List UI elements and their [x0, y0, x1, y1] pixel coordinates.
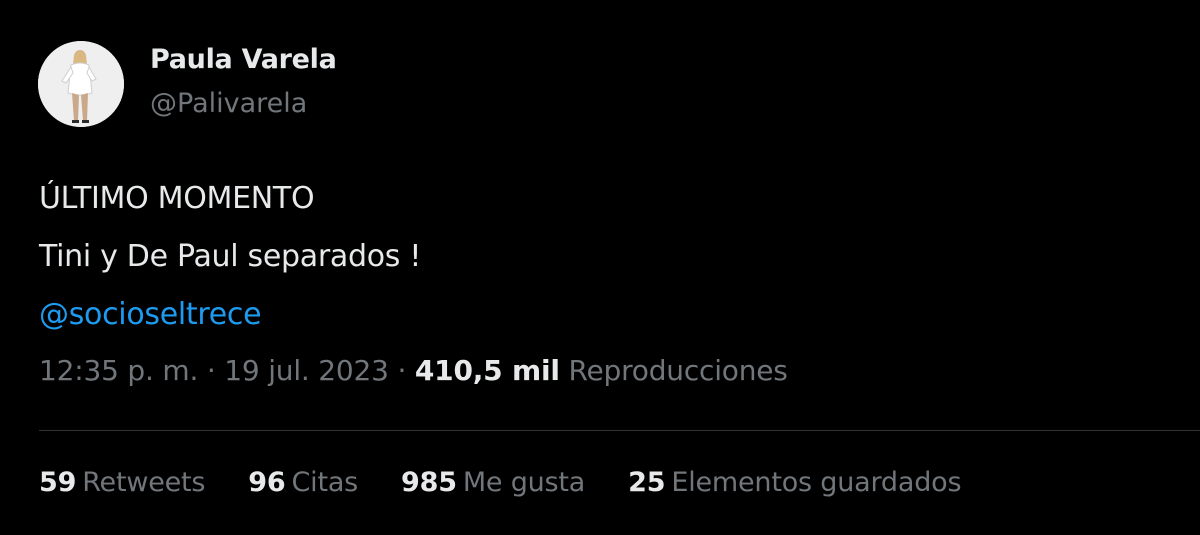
- meta-separator: ·: [397, 354, 407, 387]
- tweet-line: ÚLTIMO MOMENTO: [39, 181, 315, 216]
- stat-label: Citas: [291, 467, 359, 498]
- timestamp-link[interactable]: 12:35 p. m. · 19 jul. 2023: [39, 354, 389, 387]
- stat-count: 25: [628, 467, 666, 498]
- stat-label: Retweets: [82, 467, 206, 498]
- tweet-line: Tini y De Paul separados !: [39, 239, 422, 274]
- stat-label: Me gusta: [462, 467, 586, 498]
- views-count: 410,5 mil: [414, 354, 560, 387]
- tweet-text: ÚLTIMO MOMENTO Tini y De Paul separados …: [39, 170, 421, 344]
- tweet-date: 19 jul. 2023: [224, 354, 389, 387]
- quotes-stat[interactable]: 96 Citas: [248, 467, 358, 498]
- meta-separator: ·: [206, 354, 216, 387]
- tweet-meta: 12:35 p. m. · 19 jul. 2023 · 410,5 mil R…: [39, 354, 788, 387]
- likes-stat[interactable]: 985 Me gusta: [401, 467, 585, 498]
- tweet-detail: Paula Varela @Palivarela ÚLTIMO MOMENTO …: [0, 0, 1200, 535]
- display-name[interactable]: Paula Varela: [150, 44, 337, 75]
- retweets-stat[interactable]: 59 Retweets: [39, 467, 205, 498]
- stat-count: 96: [248, 467, 286, 498]
- user-avatar-icon: [38, 41, 124, 127]
- stat-count: 59: [39, 467, 77, 498]
- stat-count: 985: [401, 467, 457, 498]
- bookmarks-stat[interactable]: 25 Elementos guardados: [628, 467, 961, 498]
- tweet-time: 12:35 p. m.: [39, 354, 199, 387]
- divider: [39, 430, 1200, 431]
- engagement-stats: 59 Retweets 96 Citas 985 Me gusta 25 Element…: [39, 467, 1004, 498]
- user-handle[interactable]: @Palivarela: [150, 88, 307, 119]
- avatar[interactable]: [38, 41, 124, 127]
- stat-label: Elementos guardados: [671, 467, 962, 498]
- views-label: Reproducciones: [568, 354, 788, 387]
- mention-link[interactable]: @socioseltrece: [39, 286, 421, 344]
